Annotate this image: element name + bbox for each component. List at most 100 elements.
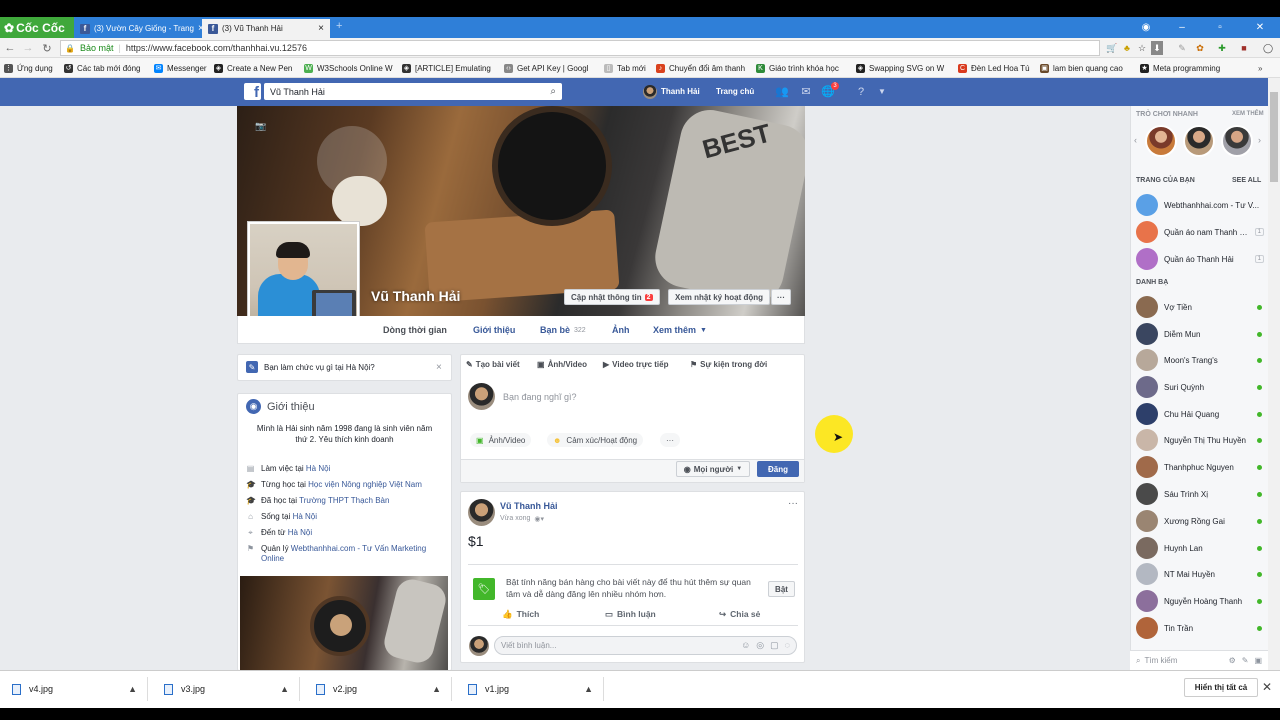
tab-photos[interactable]: Ảnh [612,320,630,340]
download-item[interactable]: v2.jpg ▲ [304,677,452,701]
bookmark-w3schools[interactable]: W W3Schools Online W [304,60,394,76]
close-icon[interactable]: × [436,362,442,373]
show-all-downloads-button[interactable]: Hiển thị tất cả [1184,678,1258,697]
account-menu-icon[interactable]: ▼ [874,84,890,99]
intro-link[interactable]: Học viện Nông nghiệp Việt Nam [308,480,422,489]
camera-icon[interactable]: 📷 [255,121,269,132]
bookmark-api-key[interactable]: ‹› Get API Key | Googl [504,60,596,76]
tab-vuon-cay-giong[interactable]: f (3) Vườn Cây Giống - Trang × [74,19,202,38]
new-message-icon[interactable]: ✎ [1242,656,1249,665]
gear-icon[interactable]: ⚙ [1229,656,1236,665]
contact-item[interactable]: Chu Hải Quang [1136,403,1262,425]
bookmark-messenger[interactable]: ✉ Messenger [154,60,210,76]
download-item[interactable]: v3.jpg ▲ [152,677,300,701]
contact-item[interactable]: Sáu Trình Xị [1136,483,1262,505]
game-avatar[interactable] [1221,125,1253,157]
chevron-up-icon[interactable]: ▲ [432,684,441,694]
composer-input[interactable]: Bạn đang nghĩ gì? [503,392,577,402]
chat-search-input[interactable]: ⌕ Tìm kiếm ⚙ ✎ ▣ [1130,650,1268,670]
game-avatar[interactable] [1145,125,1177,157]
globe-icon[interactable]: ◉▾ [534,515,544,523]
bookmark-new-tab[interactable]: ▯ Tab mới [604,60,650,76]
gif-icon[interactable]: ▢ [770,640,779,651]
tab-timeline[interactable]: Dòng thời gian [383,320,447,340]
composer-tab-photo-video[interactable]: ▣ Ảnh/Video [537,358,587,370]
composer-more-button[interactable]: ··· [660,433,680,447]
download-item[interactable]: v1.jpg ▲ [456,677,604,701]
update-info-button[interactable]: Cập nhật thông tin 2 [564,289,660,305]
chevron-up-icon[interactable]: ▲ [280,684,289,694]
intro-link[interactable]: Hà Nội [306,464,330,473]
featured-photo[interactable] [240,576,448,671]
download-icon[interactable]: ⬇ [1151,41,1163,55]
new-tab-button[interactable]: + [336,20,350,34]
intro-link[interactable]: Hà Nội [288,528,312,537]
contact-item[interactable]: Tin Trần [1136,617,1262,639]
position-prompt-text[interactable]: Bạn làm chức vụ gì tại Hà Nội? [264,363,375,372]
post-options-icon[interactable]: ··· [788,498,798,509]
bookmark-meta[interactable]: ★ Meta programming [1140,60,1232,76]
close-tab-icon[interactable]: × [318,23,324,34]
back-icon[interactable]: ← [2,40,18,56]
contact-item[interactable]: Vợ Tiền [1136,296,1262,318]
avatar[interactable] [468,499,495,526]
contact-item[interactable]: NT Mai Huyền [1136,563,1262,585]
like-button[interactable]: 👍 Thích [502,607,539,621]
minimize-button[interactable]: – [1164,17,1200,38]
scrollbar-thumb[interactable] [1270,92,1278,182]
messages-icon[interactable]: ✉ [798,84,814,99]
tab-friends[interactable]: Bạn bè 322 [540,320,586,340]
post-author[interactable]: Vũ Thanh Hải [500,501,558,511]
share-button[interactable]: ↪ Chia sẻ [719,607,760,621]
extension-icon-3[interactable]: ✚ [1216,41,1228,55]
forward-icon[interactable]: → [20,40,36,56]
intro-link[interactable]: Hà Nội [293,512,317,521]
composer-tab-create-post[interactable]: ✎ Tạo bài viết [466,358,520,370]
composer-photo-video-button[interactable]: ▣ Ảnh/Video [470,433,532,447]
bookmark-led[interactable]: C Đèn Led Hoa Tú [958,60,1032,76]
tab-more[interactable]: Xem thêm ▼ [653,320,707,340]
tab-about[interactable]: Giới thiệu [473,320,515,340]
account-icon[interactable]: ◉ [1128,17,1164,38]
enable-sell-button[interactable]: Bật [768,581,795,597]
game-avatar[interactable] [1183,125,1215,157]
bookmark-star-icon[interactable]: ☆ [1136,41,1148,55]
close-downloads-icon[interactable]: ✕ [1262,680,1272,694]
maximize-button[interactable]: ▫ [1202,17,1238,38]
chevron-left-icon[interactable]: ‹ [1134,135,1137,145]
contact-item[interactable]: Huynh Lan [1136,537,1262,559]
intro-link[interactable]: Trường THPT Thạch Bàn [299,496,389,505]
page-item[interactable]: Webthanhhai.com - Tư V... [1136,194,1264,216]
extension-icon-4[interactable]: ■ [1238,41,1250,55]
header-profile-link[interactable]: Thanh Hải [643,84,700,99]
bookmark-course[interactable]: K Giáo trình khóa học [756,60,846,76]
contact-item[interactable]: Xương Rồng Gai [1136,510,1262,532]
bookmark-audio-convert[interactable]: ♪ Chuyển đổi âm thanh [656,60,748,76]
leaf-extension-icon[interactable]: ♣ [1121,41,1133,55]
menu-icon[interactable]: ◯ [1262,41,1274,55]
comment-button[interactable]: ▭ Bình luận [605,607,656,621]
bookmark-apps[interactable]: ⋮ Ứng dụng [4,60,62,76]
facebook-search-input[interactable]: Vũ Thanh Hải ⌕ [264,83,562,100]
composer-feeling-button[interactable]: ☻ Cảm xúc/Hoạt động [547,433,644,447]
facebook-logo-icon[interactable]: f [244,83,261,100]
bookmark-codepen[interactable]: ◈ Create a New Pen [214,60,296,76]
audience-selector[interactable]: ◉ Mọi người ▼ [676,461,750,477]
extension-icon[interactable]: ✎ [1176,41,1188,55]
reload-icon[interactable]: ↻ [39,40,55,56]
browser-brand[interactable]: ✿ Cốc Cốc [0,17,74,38]
extension-icon-2[interactable]: ✿ [1194,41,1206,55]
bookmarks-overflow-icon[interactable]: » [1258,60,1272,76]
contact-item[interactable]: Suri Quỳnh [1136,376,1262,398]
download-item[interactable]: v4.jpg ▲ [0,677,148,701]
contact-item[interactable]: Thanhphuc Nguyen [1136,456,1262,478]
camera-icon[interactable]: ◎ [756,640,764,651]
header-home-link[interactable]: Trang chủ [716,85,754,98]
contact-item[interactable]: Nguyễn Hoàng Thanh [1136,590,1262,612]
bookmark-article[interactable]: ◈ [ARTICLE] Emulating [402,60,492,76]
contact-item[interactable]: Nguyễn Thị Thu Huyền [1136,429,1262,451]
cover-more-button[interactable]: ··· [771,289,791,305]
chevron-up-icon[interactable]: ▲ [584,684,593,694]
composer-tab-live-video[interactable]: ▶ Video trực tiếp [603,358,668,370]
comment-input[interactable]: Viết bình luận... ☺ ◎ ▢ ◌ [494,636,797,655]
